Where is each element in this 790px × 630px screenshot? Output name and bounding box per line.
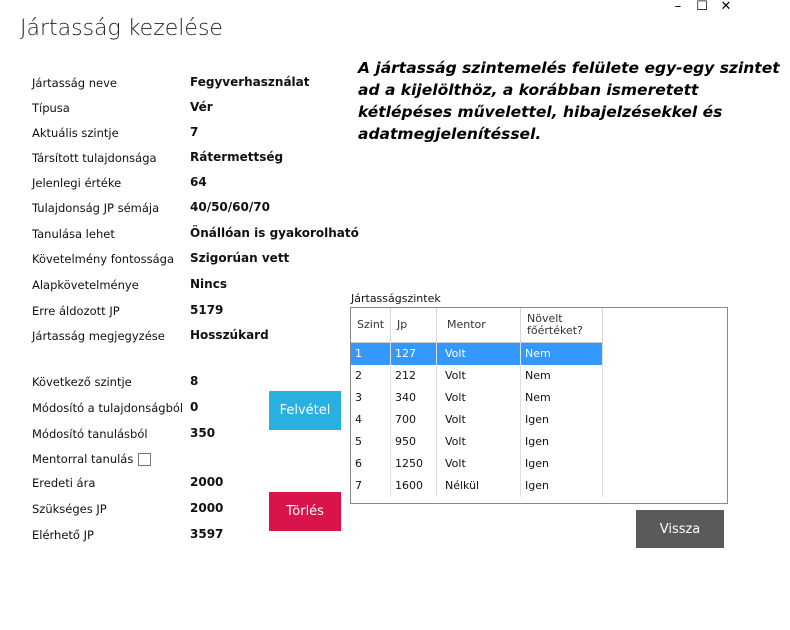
table-row[interactable]: 4 700 Volt Igen [351, 409, 603, 431]
detail-label-name: Jártasság neve [32, 76, 117, 90]
cell-raised: Nem [521, 365, 603, 387]
next-level-value: 8 [190, 374, 199, 388]
table-row[interactable]: 3 340 Volt Nem [351, 387, 603, 409]
mentor-checkbox-row: Mentorral tanulás [32, 452, 152, 466]
column-header-mentor[interactable]: Mentor [437, 308, 521, 342]
cell-jp: 1250 [391, 453, 437, 475]
required-jp-label: Szükséges JP [32, 502, 107, 516]
available-jp-label: Elérhető JP [32, 528, 94, 542]
cell-mentor: Volt [437, 365, 521, 387]
cell-mentor: Volt [437, 343, 521, 365]
attr-mod-value: 0 [190, 400, 199, 414]
delete-button[interactable]: Törlés [269, 492, 341, 531]
cell-raised: Nem [521, 343, 603, 365]
mentor-label: Mentorral tanulás [32, 452, 134, 466]
detail-value-requirement-importance: Szigorúan vett [190, 251, 290, 265]
cell-raised: Igen [521, 409, 603, 431]
cell-raised: Nem [521, 387, 603, 409]
cell-level: 2 [351, 365, 391, 387]
cell-level: 3 [351, 387, 391, 409]
cell-jp: 340 [391, 387, 437, 409]
levels-grid-caption: Jártasságszintek [351, 292, 441, 305]
close-button[interactable]: ✕ [715, 0, 737, 14]
cell-level: 1 [351, 343, 391, 365]
cell-level: 7 [351, 475, 391, 497]
detail-label-type: Típusa [32, 101, 70, 115]
column-header-level[interactable]: Szint [351, 308, 391, 342]
detail-value-note: Hosszúkard [190, 328, 269, 342]
detail-value-attribute: Rátermettség [190, 150, 284, 164]
learn-mod-label: Módosító tanulásból [32, 427, 148, 441]
cell-mentor: Nélkül [437, 475, 521, 497]
cell-level: 5 [351, 431, 391, 453]
description-text: A jártasság szintemelés felülete egy-egy… [358, 59, 780, 143]
detail-value-name: Fegyverhasználat [190, 75, 310, 89]
detail-value-jp-scheme: 40/50/60/70 [190, 200, 270, 214]
column-header-jp[interactable]: Jp [391, 308, 437, 342]
detail-value-current-level: 7 [190, 125, 199, 139]
learn-mod-value: 350 [190, 426, 216, 440]
cell-jp: 700 [391, 409, 437, 431]
table-row[interactable]: 2 212 Volt Nem [351, 365, 603, 387]
maximize-button[interactable]: ☐ [691, 0, 713, 14]
add-button[interactable]: Felvétel [269, 391, 341, 430]
cell-mentor: Volt [437, 431, 521, 453]
detail-label-current-value: Jelenlegi értéke [32, 176, 122, 190]
detail-value-current-value: 64 [190, 175, 207, 189]
minimize-button[interactable]: – [667, 0, 689, 14]
attr-mod-label: Módosító a tulajdonságból [32, 401, 184, 415]
cell-level: 6 [351, 453, 391, 475]
back-button[interactable]: Vissza [636, 510, 724, 548]
detail-value-base-requirement: Nincs [190, 277, 227, 291]
page-title: Jártasság kezelése [20, 16, 223, 41]
table-row[interactable]: 5 950 Volt Igen [351, 431, 603, 453]
mentor-checkbox[interactable] [138, 453, 152, 466]
detail-value-type: Vér [190, 100, 213, 114]
available-jp-value: 3597 [190, 527, 224, 541]
column-header-raised[interactable]: Növelt főértéket? [521, 308, 603, 342]
detail-value-spent-jp: 5179 [190, 303, 224, 317]
cell-level: 4 [351, 409, 391, 431]
cell-raised: Igen [521, 453, 603, 475]
table-row[interactable]: 7 1600 Nélkül Igen [351, 475, 603, 497]
orig-price-label: Eredeti ára [32, 476, 96, 490]
cell-mentor: Volt [437, 409, 521, 431]
detail-label-base-requirement: Alapkövetelménye [32, 278, 139, 292]
detail-value-learnability: Önállóan is gyakorolható [190, 226, 359, 240]
detail-label-jp-scheme: Tulajdonság JP sémája [32, 201, 160, 215]
table-row[interactable]: 1 127 Volt Nem [351, 343, 603, 365]
levels-grid[interactable]: Szint Jp Mentor Növelt főértéket? 1 127 … [350, 307, 728, 504]
cell-mentor: Volt [437, 387, 521, 409]
detail-label-spent-jp: Erre áldozott JP [32, 304, 120, 318]
orig-price-value: 2000 [190, 475, 224, 489]
detail-label-requirement-importance: Követelmény fontossága [32, 252, 174, 266]
cell-jp: 1600 [391, 475, 437, 497]
detail-label-current-level: Aktuális szintje [32, 126, 119, 140]
detail-label-learnability: Tanulása lehet [32, 227, 115, 241]
cell-jp: 127 [391, 343, 437, 365]
next-level-label: Következő szintje [32, 375, 132, 389]
levels-grid-header: Szint Jp Mentor Növelt főértéket? [351, 308, 603, 343]
detail-label-note: Jártasság megjegyzése [32, 329, 165, 343]
table-row[interactable]: 6 1250 Volt Igen [351, 453, 603, 475]
cell-raised: Igen [521, 475, 603, 497]
cell-jp: 950 [391, 431, 437, 453]
cell-raised: Igen [521, 431, 603, 453]
cell-jp: 212 [391, 365, 437, 387]
required-jp-value: 2000 [190, 501, 224, 515]
detail-label-attribute: Társított tulajdonsága [32, 151, 157, 165]
cell-mentor: Volt [437, 453, 521, 475]
